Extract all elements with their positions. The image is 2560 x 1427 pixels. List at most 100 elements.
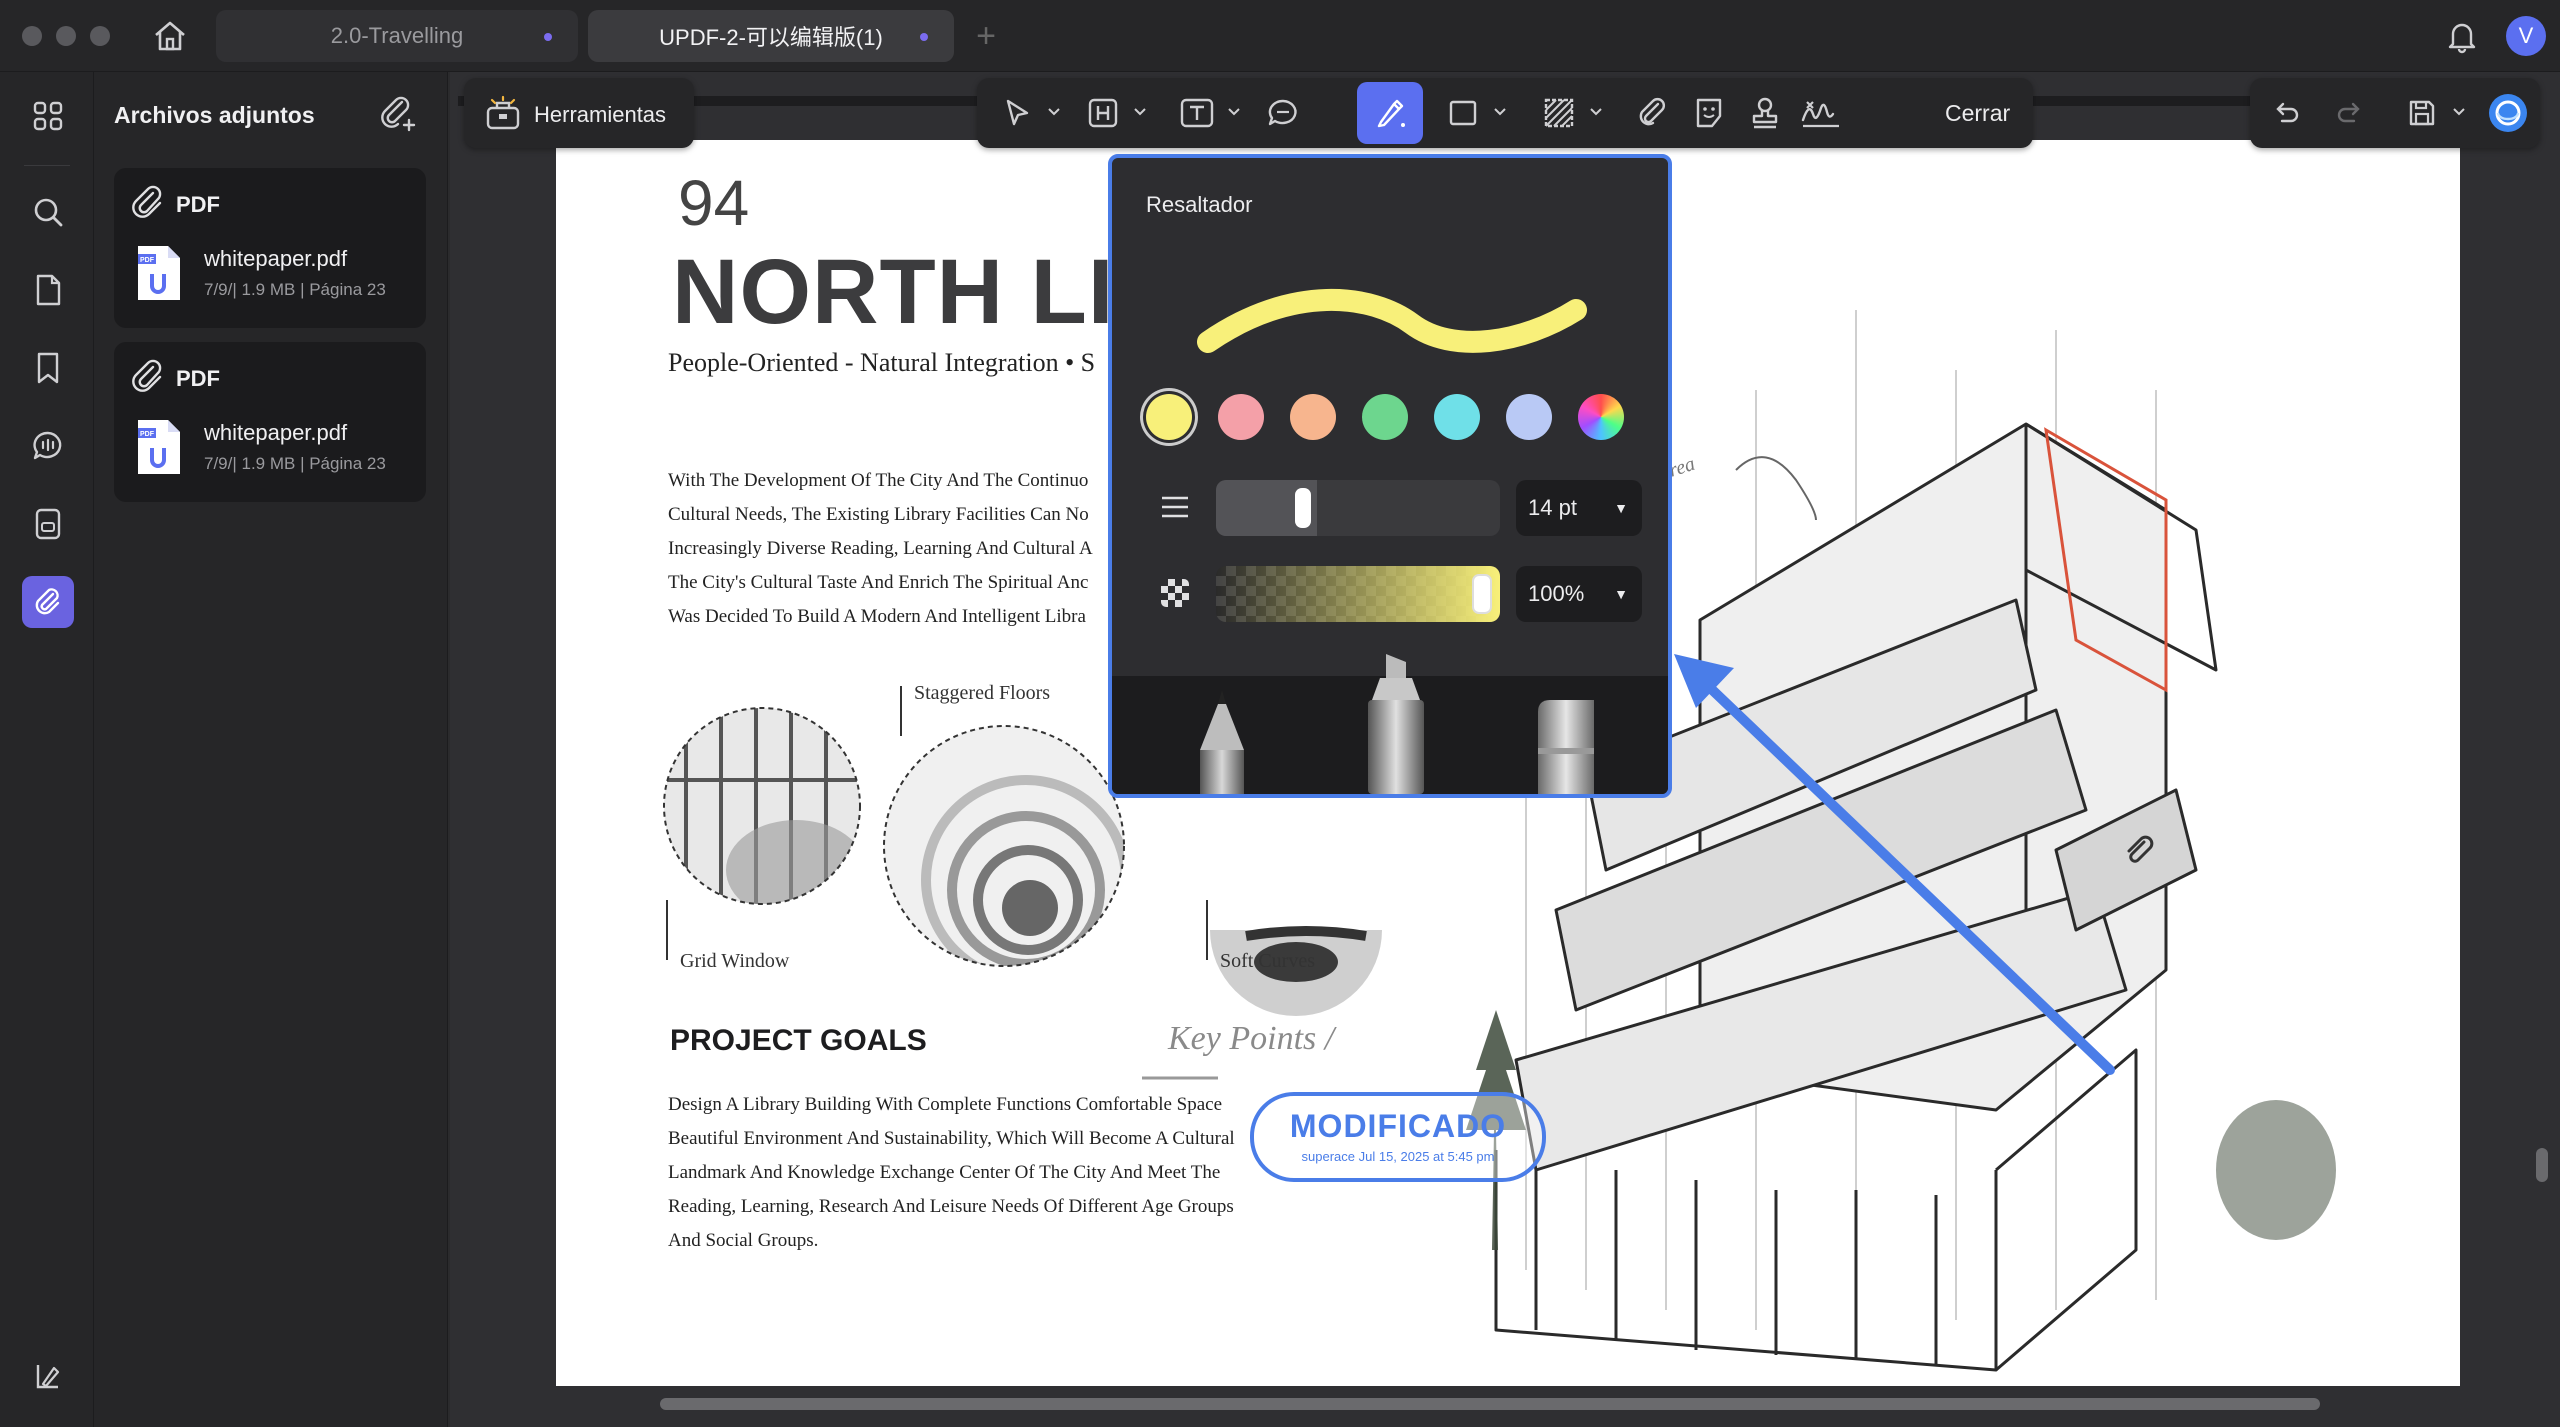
signature-tool-button[interactable]	[1799, 91, 1843, 135]
avatar[interactable]: V	[2506, 16, 2546, 56]
stamp-tool-button[interactable]	[1743, 91, 1787, 135]
thumbnails-grid-button[interactable]	[22, 90, 74, 142]
attachments-panel: Archivos adjuntos PDF PDF whitepaper.pdf…	[94, 72, 448, 1427]
shape-tool-button[interactable]	[1441, 91, 1485, 135]
comments-button[interactable]	[22, 420, 74, 472]
redo-icon	[2337, 102, 2360, 123]
close-toolbar-button[interactable]: Cerrar	[1945, 100, 2010, 127]
horizontal-scrollbar[interactable]	[660, 1398, 2320, 1410]
size-icon	[1160, 492, 1190, 522]
comment-bubble-icon	[1268, 99, 1297, 126]
window-close-button[interactable]	[22, 26, 42, 46]
sticker-tool-button[interactable]	[1687, 91, 1731, 135]
chevron-down-icon[interactable]	[1589, 104, 1603, 118]
search-icon	[34, 198, 63, 227]
color-swatch[interactable]	[1290, 394, 1336, 440]
window-minimize-button[interactable]	[56, 26, 76, 46]
form-fields-button[interactable]	[22, 498, 74, 550]
text-highlight-icon	[1088, 98, 1118, 128]
attachment-name: whitepaper.pdf	[204, 246, 348, 271]
color-swatch[interactable]	[1506, 394, 1552, 440]
highlighter-icon	[1377, 99, 1405, 128]
pdf-file-icon: PDF	[134, 244, 184, 302]
new-tab-button[interactable]: +	[968, 18, 1004, 54]
add-attachment-icon	[381, 96, 416, 132]
opacity-dropdown[interactable]: 100% ▼	[1516, 566, 1642, 622]
page-icon	[36, 274, 61, 306]
bell-icon[interactable]	[2444, 18, 2480, 54]
bookmarks-button[interactable]	[22, 342, 74, 394]
attachment-type: PDF	[176, 366, 220, 391]
sidebar-settings-button[interactable]	[22, 1350, 74, 1402]
text-box-tool-button[interactable]	[1175, 91, 1219, 135]
undo-icon	[2276, 102, 2299, 123]
history-toolbar	[2250, 78, 2540, 148]
pen-type-tray	[1112, 654, 1668, 794]
signature-icon	[1801, 101, 1839, 128]
title-bar: 2.0-Travelling UPDF-2-可以编辑版(1) + V	[0, 0, 2560, 72]
opacity-value: 100%	[1528, 581, 1585, 606]
rail-divider	[24, 165, 70, 166]
opacity-slider[interactable]	[1216, 566, 1500, 622]
left-rail	[0, 72, 94, 1427]
color-swatch[interactable]	[1146, 394, 1192, 440]
eraser-tool-option[interactable]	[1528, 698, 1604, 794]
tab-travelling[interactable]: 2.0-Travelling	[216, 10, 578, 62]
opacity-slider-thumb[interactable]	[1472, 574, 1492, 614]
pencil-tool-option[interactable]	[1192, 690, 1252, 794]
form-icon	[35, 508, 61, 540]
size-slider-thumb[interactable]	[1295, 488, 1311, 528]
attachment-item[interactable]: PDF PDF whitepaper.pdf 7/9/| 1.9 MB | Pá…	[114, 342, 426, 502]
tab-label: UPDF-2-可以编辑版(1)	[659, 25, 883, 50]
ai-assistant-button[interactable]	[2486, 91, 2530, 135]
window-zoom-button[interactable]	[90, 26, 110, 46]
chevron-down-icon[interactable]	[1047, 104, 1061, 118]
color-swatch[interactable]	[1218, 394, 1264, 440]
highlighter-tool-button[interactable]	[1357, 82, 1423, 144]
ai-assistant-icon	[2489, 94, 2527, 132]
color-swatch[interactable]	[1362, 394, 1408, 440]
modified-stamp[interactable]: MODIFICADO superace Jul 15, 2025 at 5:45…	[1250, 1092, 1546, 1182]
area-tool-button[interactable]	[1537, 91, 1581, 135]
paperclip-icon	[130, 358, 166, 394]
highlight-text-tool-button[interactable]	[1081, 91, 1125, 135]
paperclip-icon	[35, 588, 60, 615]
pages-button[interactable]	[22, 264, 74, 316]
attachment-meta: 7/9/| 1.9 MB | Página 23	[204, 280, 386, 299]
color-swatch[interactable]	[1434, 394, 1480, 440]
select-tool-button[interactable]	[995, 91, 1039, 135]
size-slider[interactable]	[1216, 480, 1500, 536]
stamp-icon	[1752, 97, 1778, 129]
paperclip-icon	[130, 184, 166, 220]
sticker-icon	[1696, 98, 1722, 128]
dropdown-arrow-icon: ▼	[1614, 586, 1628, 602]
home-icon[interactable]	[150, 16, 190, 56]
marker-tool-option[interactable]	[1358, 654, 1434, 794]
attachments-button[interactable]	[22, 576, 74, 628]
chevron-down-icon[interactable]	[2452, 104, 2466, 118]
comment-tool-button[interactable]	[1261, 91, 1305, 135]
size-value: 14 pt	[1528, 495, 1577, 520]
svg-text:PDF: PDF	[140, 257, 155, 264]
search-button[interactable]	[22, 186, 74, 238]
tools-button[interactable]: Herramientas	[464, 78, 694, 148]
size-dropdown[interactable]: 14 pt ▼	[1516, 480, 1642, 536]
redo-button[interactable]	[2328, 91, 2372, 135]
save-button[interactable]	[2400, 91, 2444, 135]
attachment-type: PDF	[176, 192, 220, 217]
vertical-scrollbar[interactable]	[2536, 1148, 2548, 1182]
chevron-down-icon[interactable]	[1133, 104, 1147, 118]
custom-color-swatch[interactable]	[1578, 394, 1624, 440]
grid-icon	[33, 101, 63, 131]
svg-text:PDF: PDF	[140, 431, 155, 438]
undo-button[interactable]	[2264, 91, 2308, 135]
attachment-item[interactable]: PDF PDF whitepaper.pdf 7/9/| 1.9 MB | Pá…	[114, 168, 426, 328]
dropdown-arrow-icon: ▼	[1614, 500, 1628, 516]
tab-updf-2[interactable]: UPDF-2-可以编辑版(1)	[588, 10, 954, 62]
chevron-down-icon[interactable]	[1493, 104, 1507, 118]
attach-file-tool-button[interactable]	[1631, 91, 1675, 135]
chevron-down-icon[interactable]	[1227, 104, 1241, 118]
add-attachment-button[interactable]	[378, 94, 418, 134]
attachment-meta: 7/9/| 1.9 MB | Página 23	[204, 454, 386, 473]
panel-title: Archivos adjuntos	[114, 102, 315, 128]
